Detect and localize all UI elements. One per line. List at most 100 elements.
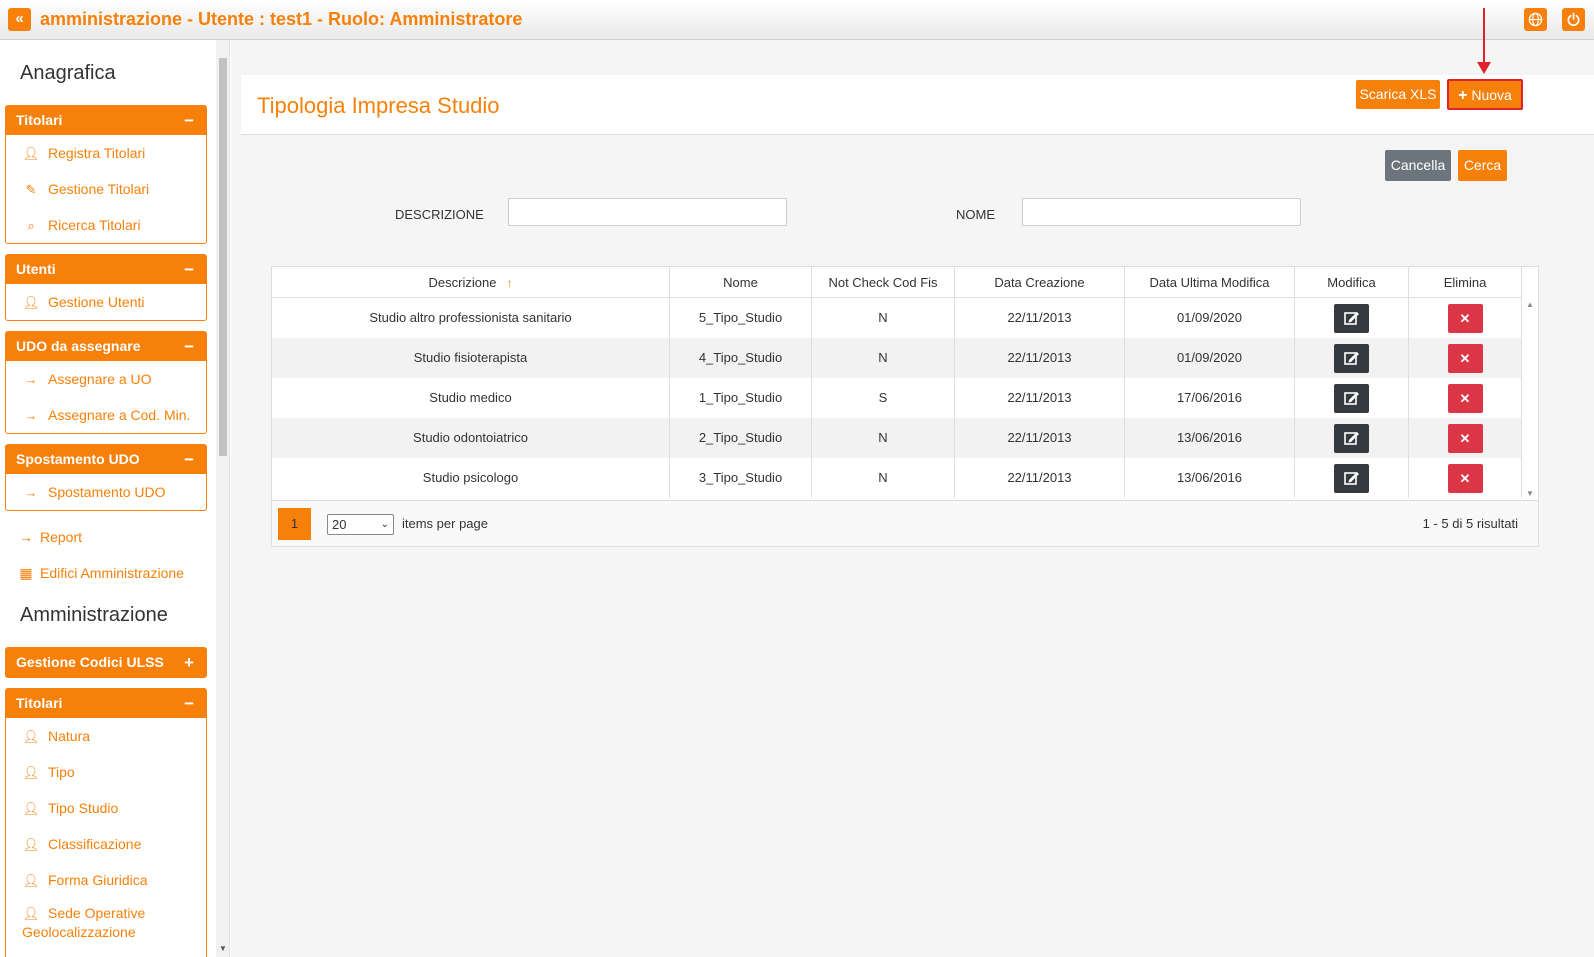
sidebar-item-label: Geolocalizzazione: [22, 924, 136, 940]
edit-button[interactable]: [1334, 304, 1369, 334]
sidebar-item-label: Assegnare a UO: [48, 371, 152, 387]
sidebar-item-spostamento-udo[interactable]: → Spostamento UDO: [6, 474, 206, 510]
table-row[interactable]: Studio fisioterapista 4_Tipo_Studio N 22/11…: [272, 338, 1522, 378]
table-row[interactable]: Studio psicologo 3_Tipo_Studio N 22/11/2013…: [272, 458, 1522, 498]
cell-nome: 1_Tipo_Studio: [670, 378, 812, 418]
page-size-select[interactable]: 20 ⌄: [327, 514, 394, 535]
items-per-page-label: items per page: [402, 516, 488, 531]
cerca-button[interactable]: Cerca: [1458, 150, 1507, 181]
panel-title: Utenti: [16, 261, 56, 277]
close-icon: ✕: [1459, 391, 1471, 407]
delete-button[interactable]: ✕: [1447, 304, 1483, 334]
edit-button[interactable]: [1334, 464, 1369, 494]
sidebar-item-gestione-titolari[interactable]: ✎ Gestione Titolari: [6, 171, 206, 207]
panel-header-titolari-admin[interactable]: Titolari −: [6, 689, 206, 718]
panel-header-titolari[interactable]: Titolari −: [6, 106, 206, 135]
panel-header-udo[interactable]: UDO da assegnare −: [6, 332, 206, 361]
user-edit-icon: 👤︎: [22, 837, 40, 852]
collapse-icon[interactable]: −: [184, 255, 194, 284]
cell-not-check: S: [812, 378, 955, 418]
nome-label: NOME: [956, 207, 995, 222]
sidebar-scrollbar[interactable]: ▼: [216, 40, 229, 957]
cell-not-check: N: [812, 298, 955, 338]
scroll-up-icon[interactable]: ▲: [1526, 300, 1534, 309]
sidebar-item-assegnare-uo[interactable]: → Assegnare a UO: [6, 361, 206, 397]
cell-data-creazione: 22/11/2013: [955, 298, 1125, 338]
delete-button[interactable]: ✕: [1447, 424, 1483, 454]
plus-icon: +: [1458, 87, 1468, 104]
collapse-icon[interactable]: −: [184, 332, 194, 361]
panel-header-spostamento[interactable]: Spostamento UDO −: [6, 445, 206, 474]
collapse-icon[interactable]: −: [184, 106, 194, 135]
column-header-descrizione[interactable]: Descrizione ↑: [272, 267, 670, 298]
panel-header-utenti[interactable]: Utenti −: [6, 255, 206, 284]
panel-header-codici[interactable]: Gestione Codici ULSS +: [6, 648, 206, 677]
arrow-right-icon: →: [24, 408, 38, 423]
descrizione-input[interactable]: [508, 198, 787, 226]
cell-nome: 5_Tipo_Studio: [670, 298, 812, 338]
sidebar-item-label: Report: [40, 529, 83, 545]
delete-button[interactable]: ✕: [1447, 344, 1483, 374]
panel-titolari: Titolari − 👤︎ Registra Titolari ✎ Gestione…: [5, 105, 207, 244]
scroll-down-icon[interactable]: ▼: [219, 944, 227, 953]
sidebar-item-ricerca-titolari[interactable]: ⌕ Ricerca Titolari: [6, 207, 206, 243]
column-header-nome[interactable]: Nome: [670, 267, 812, 298]
cell-data-modifica: 01/09/2020: [1125, 338, 1295, 378]
arrow-right-icon: →: [24, 485, 38, 500]
scrollbar-thumb[interactable]: [219, 58, 227, 456]
edit-button[interactable]: [1334, 384, 1369, 414]
sidebar-item-sede-operative[interactable]: 👤︎ Sede Operative Geolocalizzazione: [6, 898, 206, 940]
sidebar-item-registra-titolari[interactable]: 👤︎ Registra Titolari: [6, 135, 206, 171]
user-edit-icon: 👤︎: [22, 295, 40, 310]
panel-udo-da-assegnare: UDO da assegnare − → Assegnare a UO → Asse…: [5, 331, 207, 434]
chevron-down-icon: ⌄: [380, 519, 389, 530]
sidebar-item-label: Edifici Amministrazione: [40, 565, 184, 581]
language-button[interactable]: [1524, 8, 1547, 31]
page-size-value: 20: [332, 517, 347, 532]
table-row[interactable]: Studio medico 1_Tipo_Studio S 22/11/2013 17/…: [272, 378, 1522, 418]
cell-data-modifica: 13/06/2016: [1125, 458, 1295, 498]
table-row[interactable]: Studio odontoiatrico 2_Tipo_Studio N 22/11/…: [272, 418, 1522, 458]
result-count: 1 - 5 di 5 risultati: [1422, 516, 1518, 531]
panel-titolari-admin: Titolari − 👤︎ Natura 👤︎ Tipo 👤︎ Tipo Studio…: [5, 688, 207, 957]
page-1-button[interactable]: 1: [278, 508, 311, 540]
cancella-button[interactable]: Cancella: [1385, 150, 1451, 181]
column-header-not-check[interactable]: Not Check Cod Fis: [812, 267, 955, 298]
edit-icon: [1344, 432, 1359, 445]
sidebar-item-label: Classificazione: [48, 836, 142, 852]
cell-data-creazione: 22/11/2013: [955, 378, 1125, 418]
sidebar-item-gestione-utenti[interactable]: 👤︎ Gestione Utenti: [6, 284, 206, 320]
collapse-sidebar-button[interactable]: «: [8, 8, 31, 31]
collapse-icon[interactable]: −: [184, 689, 194, 718]
panel-gestione-codici-ulss: Gestione Codici ULSS +: [5, 647, 207, 678]
collapse-icon[interactable]: −: [184, 445, 194, 474]
column-header-data-creazione[interactable]: Data Creazione: [955, 267, 1125, 298]
sidebar-item-report[interactable]: → Report: [18, 529, 82, 545]
grid-scrollbar[interactable]: ▲ ▼: [1522, 298, 1538, 500]
sidebar-item-natura[interactable]: 👤︎ Natura: [6, 718, 206, 754]
cell-not-check: N: [812, 338, 955, 378]
scroll-down-icon[interactable]: ▼: [1526, 489, 1534, 498]
edit-button[interactable]: [1334, 344, 1369, 374]
logout-button[interactable]: [1562, 8, 1585, 31]
table-row[interactable]: Studio altro professionista sanitario 5_T…: [272, 298, 1522, 338]
column-header-elimina: Elimina: [1409, 267, 1522, 298]
delete-button[interactable]: ✕: [1447, 384, 1483, 414]
sidebar-item-label: Spostamento UDO: [48, 484, 166, 500]
nome-input[interactable]: [1022, 198, 1301, 226]
sidebar-item-edifici[interactable]: ▦ Edifici Amministrazione: [18, 565, 184, 582]
delete-button[interactable]: ✕: [1447, 464, 1483, 494]
sidebar-item-forma-giuridica[interactable]: 👤︎ Forma Giuridica: [6, 862, 206, 898]
sidebar-item-tipo[interactable]: 👤︎ Tipo: [6, 754, 206, 790]
user-edit-icon: 👤︎: [22, 906, 40, 921]
edit-button[interactable]: [1334, 424, 1369, 454]
user-edit-icon: 👤︎: [22, 765, 40, 780]
scarica-xls-button[interactable]: Scarica XLS: [1356, 80, 1440, 109]
sidebar-item-assegnare-cod-min[interactable]: → Assegnare a Cod. Min.: [6, 397, 206, 433]
sidebar-item-classificazione[interactable]: 👤︎ Classificazione: [6, 826, 206, 862]
sidebar-item-label: Tipo: [48, 764, 75, 780]
column-header-data-modifica[interactable]: Data Ultima Modifica: [1125, 267, 1295, 298]
nuova-button[interactable]: + Nuova: [1447, 79, 1523, 110]
expand-icon[interactable]: +: [184, 648, 194, 677]
sidebar-item-tipo-studio[interactable]: 👤︎ Tipo Studio: [6, 790, 206, 826]
